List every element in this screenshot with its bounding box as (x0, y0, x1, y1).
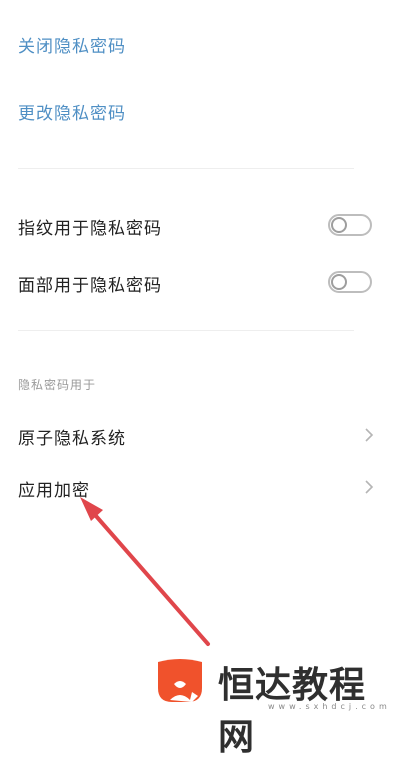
watermark-logo-icon (158, 659, 202, 702)
annotation-arrow-icon (80, 497, 210, 646)
watermark-url: www.sxhdcj.com (268, 702, 391, 711)
